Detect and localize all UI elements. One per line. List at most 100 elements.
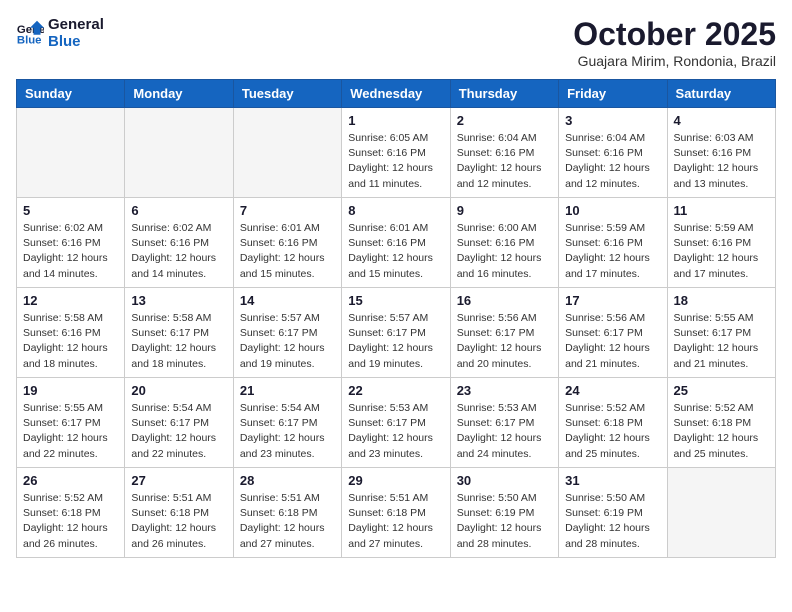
calendar-cell: 30Sunrise: 5:50 AM Sunset: 6:19 PM Dayli… (450, 468, 558, 558)
day-info: Sunrise: 5:56 AM Sunset: 6:17 PM Dayligh… (457, 311, 552, 372)
day-info: Sunrise: 5:50 AM Sunset: 6:19 PM Dayligh… (457, 491, 552, 552)
day-number: 6 (131, 203, 226, 218)
week-row-1: 1Sunrise: 6:05 AM Sunset: 6:16 PM Daylig… (17, 108, 776, 198)
day-number: 22 (348, 383, 443, 398)
day-info: Sunrise: 6:04 AM Sunset: 6:16 PM Dayligh… (565, 131, 660, 192)
day-number: 27 (131, 473, 226, 488)
calendar-cell (17, 108, 125, 198)
day-info: Sunrise: 5:58 AM Sunset: 6:16 PM Dayligh… (23, 311, 118, 372)
weekday-header-saturday: Saturday (667, 80, 775, 108)
calendar-cell: 18Sunrise: 5:55 AM Sunset: 6:17 PM Dayli… (667, 288, 775, 378)
header: General Blue General Blue October 2025 G… (16, 16, 776, 69)
day-info: Sunrise: 5:57 AM Sunset: 6:17 PM Dayligh… (348, 311, 443, 372)
day-info: Sunrise: 5:50 AM Sunset: 6:19 PM Dayligh… (565, 491, 660, 552)
calendar-cell: 2Sunrise: 6:04 AM Sunset: 6:16 PM Daylig… (450, 108, 558, 198)
day-info: Sunrise: 5:52 AM Sunset: 6:18 PM Dayligh… (565, 401, 660, 462)
calendar-cell: 19 Sunrise: 5:55 AM Sunset: 6:17 PM Dayli… (17, 378, 125, 468)
day-number: 29 (348, 473, 443, 488)
day-info: Sunrise: 5:57 AM Sunset: 6:17 PM Dayligh… (240, 311, 335, 372)
day-info: Sunrise: 6:00 AM Sunset: 6:16 PM Dayligh… (457, 221, 552, 282)
day-info: Sunrise: 5:51 AM Sunset: 6:18 PM Dayligh… (131, 491, 226, 552)
calendar-cell: 20 Sunrise: 5:54 AM Sunset: 6:17 PM Dayli… (125, 378, 233, 468)
day-info: Sunrise: 5:55 AM Sunset: 6:17 PM Dayligh… (674, 311, 769, 372)
day-number: 20 (131, 383, 226, 398)
week-row-4: 19 Sunrise: 5:55 AM Sunset: 6:17 PM Dayli… (17, 378, 776, 468)
calendar-cell: 4Sunrise: 6:03 AM Sunset: 6:16 PM Daylig… (667, 108, 775, 198)
month-title: October 2025 (573, 16, 776, 53)
calendar-cell: 3Sunrise: 6:04 AM Sunset: 6:16 PM Daylig… (559, 108, 667, 198)
calendar-cell: 22 Sunrise: 5:53 AM Sunset: 6:17 PM Dayli… (342, 378, 450, 468)
calendar-cell: 15 Sunrise: 5:57 AM Sunset: 6:17 PM Dayli… (342, 288, 450, 378)
calendar-body: 1Sunrise: 6:05 AM Sunset: 6:16 PM Daylig… (17, 108, 776, 558)
calendar-cell: 16 Sunrise: 5:56 AM Sunset: 6:17 PM Dayli… (450, 288, 558, 378)
day-info: Sunrise: 5:59 AM Sunset: 6:16 PM Dayligh… (565, 221, 660, 282)
day-info: Sunrise: 6:01 AM Sunset: 6:16 PM Dayligh… (240, 221, 335, 282)
weekday-header-sunday: Sunday (17, 80, 125, 108)
location-subtitle: Guajara Mirim, Rondonia, Brazil (573, 53, 776, 69)
calendar-cell (667, 468, 775, 558)
day-info: Sunrise: 5:53 AM Sunset: 6:17 PM Dayligh… (348, 401, 443, 462)
day-number: 31 (565, 473, 660, 488)
day-number: 25 (674, 383, 769, 398)
week-row-2: 5 Sunrise: 6:02 AM Sunset: 6:16 PM Daylig… (17, 198, 776, 288)
calendar-cell: 13Sunrise: 5:58 AM Sunset: 6:17 PM Dayli… (125, 288, 233, 378)
svg-text:Blue: Blue (17, 35, 42, 47)
day-number: 2 (457, 113, 552, 128)
calendar-cell: 10Sunrise: 5:59 AM Sunset: 6:16 PM Dayli… (559, 198, 667, 288)
calendar-cell: 24 Sunrise: 5:52 AM Sunset: 6:18 PM Dayli… (559, 378, 667, 468)
day-number: 12 (23, 293, 118, 308)
calendar-cell: 25 Sunrise: 5:52 AM Sunset: 6:18 PM Dayli… (667, 378, 775, 468)
day-number: 16 (457, 293, 552, 308)
day-number: 14 (240, 293, 335, 308)
day-number: 5 (23, 203, 118, 218)
calendar-cell: 7 Sunrise: 6:01 AM Sunset: 6:16 PM Daylig… (233, 198, 341, 288)
day-number: 26 (23, 473, 118, 488)
calendar-cell: 21Sunrise: 5:54 AM Sunset: 6:17 PM Dayli… (233, 378, 341, 468)
day-info: Sunrise: 5:59 AM Sunset: 6:16 PM Dayligh… (674, 221, 769, 282)
day-number: 28 (240, 473, 335, 488)
day-number: 23 (457, 383, 552, 398)
day-info: Sunrise: 5:51 AM Sunset: 6:18 PM Dayligh… (240, 491, 335, 552)
day-info: Sunrise: 5:55 AM Sunset: 6:17 PM Dayligh… (23, 401, 118, 462)
day-info: Sunrise: 5:52 AM Sunset: 6:18 PM Dayligh… (23, 491, 118, 552)
day-number: 11 (674, 203, 769, 218)
logo-line2: Blue (48, 33, 104, 50)
calendar-cell: 1Sunrise: 6:05 AM Sunset: 6:16 PM Daylig… (342, 108, 450, 198)
calendar-cell: 9Sunrise: 6:00 AM Sunset: 6:16 PM Daylig… (450, 198, 558, 288)
week-row-5: 26 Sunrise: 5:52 AM Sunset: 6:18 PM Dayli… (17, 468, 776, 558)
day-number: 7 (240, 203, 335, 218)
calendar-header: SundayMondayTuesdayWednesdayThursdayFrid… (17, 80, 776, 108)
day-info: Sunrise: 6:01 AM Sunset: 6:16 PM Dayligh… (348, 221, 443, 282)
calendar-cell: 17Sunrise: 5:56 AM Sunset: 6:17 PM Dayli… (559, 288, 667, 378)
weekday-header-friday: Friday (559, 80, 667, 108)
day-info: Sunrise: 6:05 AM Sunset: 6:16 PM Dayligh… (348, 131, 443, 192)
calendar-cell (125, 108, 233, 198)
weekday-header-wednesday: Wednesday (342, 80, 450, 108)
calendar-cell: 12 Sunrise: 5:58 AM Sunset: 6:16 PM Dayli… (17, 288, 125, 378)
calendar-cell: 26 Sunrise: 5:52 AM Sunset: 6:18 PM Dayli… (17, 468, 125, 558)
day-info: Sunrise: 5:51 AM Sunset: 6:18 PM Dayligh… (348, 491, 443, 552)
day-number: 19 (23, 383, 118, 398)
day-number: 21 (240, 383, 335, 398)
calendar-cell: 29 Sunrise: 5:51 AM Sunset: 6:18 PM Dayli… (342, 468, 450, 558)
weekday-header-thursday: Thursday (450, 80, 558, 108)
week-row-3: 12 Sunrise: 5:58 AM Sunset: 6:16 PM Dayli… (17, 288, 776, 378)
calendar-cell: 11 Sunrise: 5:59 AM Sunset: 6:16 PM Dayli… (667, 198, 775, 288)
calendar-cell: 5 Sunrise: 6:02 AM Sunset: 6:16 PM Daylig… (17, 198, 125, 288)
calendar-cell: 8Sunrise: 6:01 AM Sunset: 6:16 PM Daylig… (342, 198, 450, 288)
logo-icon: General Blue (16, 19, 44, 47)
day-info: Sunrise: 6:02 AM Sunset: 6:16 PM Dayligh… (23, 221, 118, 282)
logo-line1: General (48, 16, 104, 33)
day-number: 15 (348, 293, 443, 308)
weekday-header-tuesday: Tuesday (233, 80, 341, 108)
calendar-cell: 14 Sunrise: 5:57 AM Sunset: 6:17 PM Dayli… (233, 288, 341, 378)
day-number: 17 (565, 293, 660, 308)
logo: General Blue General Blue (16, 16, 104, 51)
day-number: 24 (565, 383, 660, 398)
weekday-header-monday: Monday (125, 80, 233, 108)
day-info: Sunrise: 5:52 AM Sunset: 6:18 PM Dayligh… (674, 401, 769, 462)
day-info: Sunrise: 5:54 AM Sunset: 6:17 PM Dayligh… (131, 401, 226, 462)
day-info: Sunrise: 5:58 AM Sunset: 6:17 PM Dayligh… (131, 311, 226, 372)
title-block: October 2025 Guajara Mirim, Rondonia, Br… (573, 16, 776, 69)
calendar-cell: 6Sunrise: 6:02 AM Sunset: 6:16 PM Daylig… (125, 198, 233, 288)
